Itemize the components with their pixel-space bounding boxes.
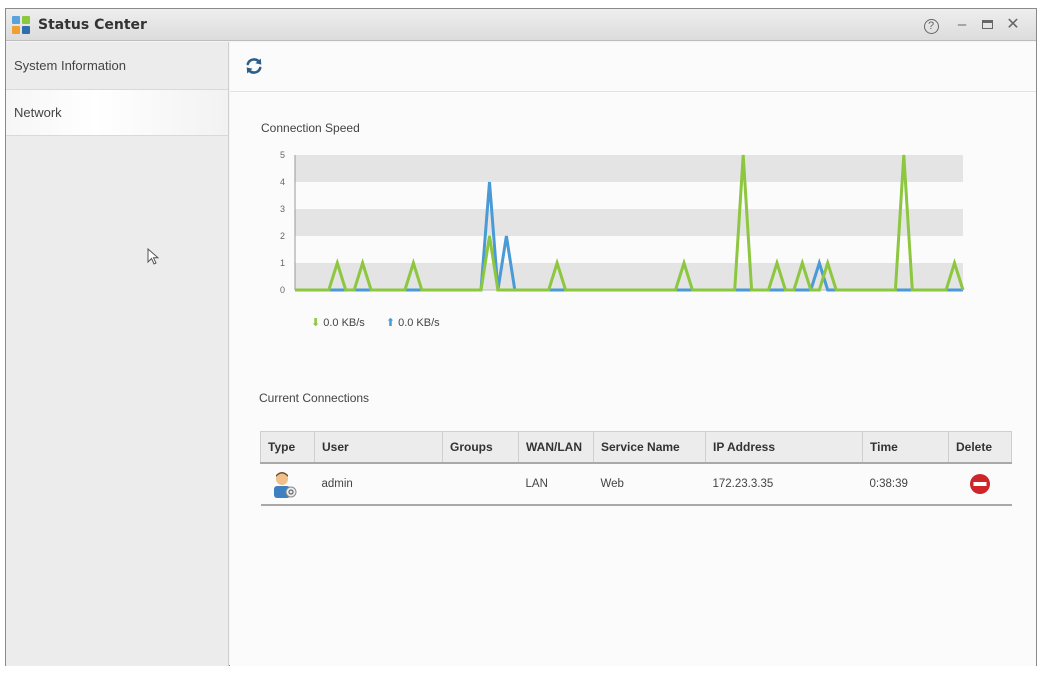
- column-header-user[interactable]: User: [314, 431, 443, 464]
- toolbar: [230, 42, 1036, 92]
- service-name-cell: Web: [593, 462, 706, 506]
- y-tick-label: 2: [280, 231, 285, 241]
- current-connections-title: Current Connections: [259, 391, 370, 405]
- download-speed: 0.0 KB/s: [323, 316, 365, 329]
- sidebar: System Information Network: [6, 42, 229, 666]
- refresh-icon[interactable]: [244, 56, 264, 76]
- chart-band: [295, 155, 963, 182]
- minimize-button[interactable]: –: [951, 14, 973, 36]
- connections-table: Type User Groups WAN/LAN Service Name IP…: [260, 431, 1012, 506]
- close-icon: ✕: [1006, 16, 1020, 33]
- sidebar-item-label: System Information: [14, 58, 126, 73]
- wan-lan-cell: LAN: [518, 462, 594, 506]
- window-title: Status Center: [38, 17, 147, 33]
- table-row[interactable]: admin LAN Web 172.23.3.35 0:38:39: [260, 462, 1012, 506]
- y-tick-label: 1: [280, 258, 285, 268]
- close-button[interactable]: ✕: [1002, 14, 1024, 36]
- column-header-wan-lan[interactable]: WAN/LAN: [518, 431, 594, 464]
- status-center-window: Status Center ? – ✕ System Information N…: [5, 8, 1037, 666]
- chart-band: [295, 263, 963, 290]
- sidebar-item-network[interactable]: Network: [6, 90, 228, 136]
- time-cell: 0:38:39: [862, 462, 949, 506]
- network-panel: Connection Speed 012345 ⬇ 0.0 KB/s ⬆ 0.0 K…: [230, 42, 1036, 666]
- minimize-icon: –: [957, 16, 967, 33]
- title-bar[interactable]: Status Center ? – ✕: [6, 9, 1036, 41]
- column-header-groups[interactable]: Groups: [442, 431, 519, 464]
- column-header-time[interactable]: Time: [862, 431, 949, 464]
- user-cell: admin: [314, 462, 443, 506]
- delete-icon[interactable]: [969, 473, 991, 495]
- maximize-button[interactable]: [976, 14, 998, 36]
- user-type-icon: [273, 471, 296, 498]
- delete-cell: [948, 462, 1012, 506]
- ip-address-cell: 172.23.3.35: [705, 462, 863, 506]
- upload-arrow-icon: ⬆: [385, 317, 396, 329]
- mouse-cursor-icon: [147, 248, 159, 265]
- help-button[interactable]: ?: [920, 14, 942, 36]
- upload-speed: 0.0 KB/s: [398, 316, 440, 329]
- sidebar-item-system-information[interactable]: System Information: [6, 42, 228, 90]
- column-header-delete[interactable]: Delete: [948, 431, 1012, 464]
- sidebar-item-label: Network: [14, 105, 62, 120]
- chart-band: [295, 209, 963, 236]
- y-tick-label: 4: [280, 177, 285, 187]
- download-arrow-icon: ⬇: [311, 317, 321, 329]
- maximize-icon: [981, 20, 993, 29]
- y-tick-label: 5: [280, 150, 285, 160]
- status-center-app-icon: [12, 16, 31, 35]
- help-icon: ?: [923, 19, 939, 34]
- groups-cell: [442, 462, 519, 506]
- column-header-type[interactable]: Type: [260, 431, 315, 464]
- connection-speed-title: Connection Speed: [261, 121, 360, 135]
- table-header-row: Type User Groups WAN/LAN Service Name IP…: [260, 431, 1012, 464]
- type-cell: [260, 462, 315, 506]
- speed-legend: ⬇ 0.0 KB/s ⬆ 0.0 KB/s: [311, 316, 440, 330]
- y-tick-label: 3: [280, 204, 285, 214]
- column-header-ip-address[interactable]: IP Address: [705, 431, 863, 464]
- connection-speed-chart: 0 1 2 3 4 5: [280, 150, 965, 295]
- column-header-service-name[interactable]: Service Name: [593, 431, 706, 464]
- y-tick-label: 0: [280, 285, 285, 295]
